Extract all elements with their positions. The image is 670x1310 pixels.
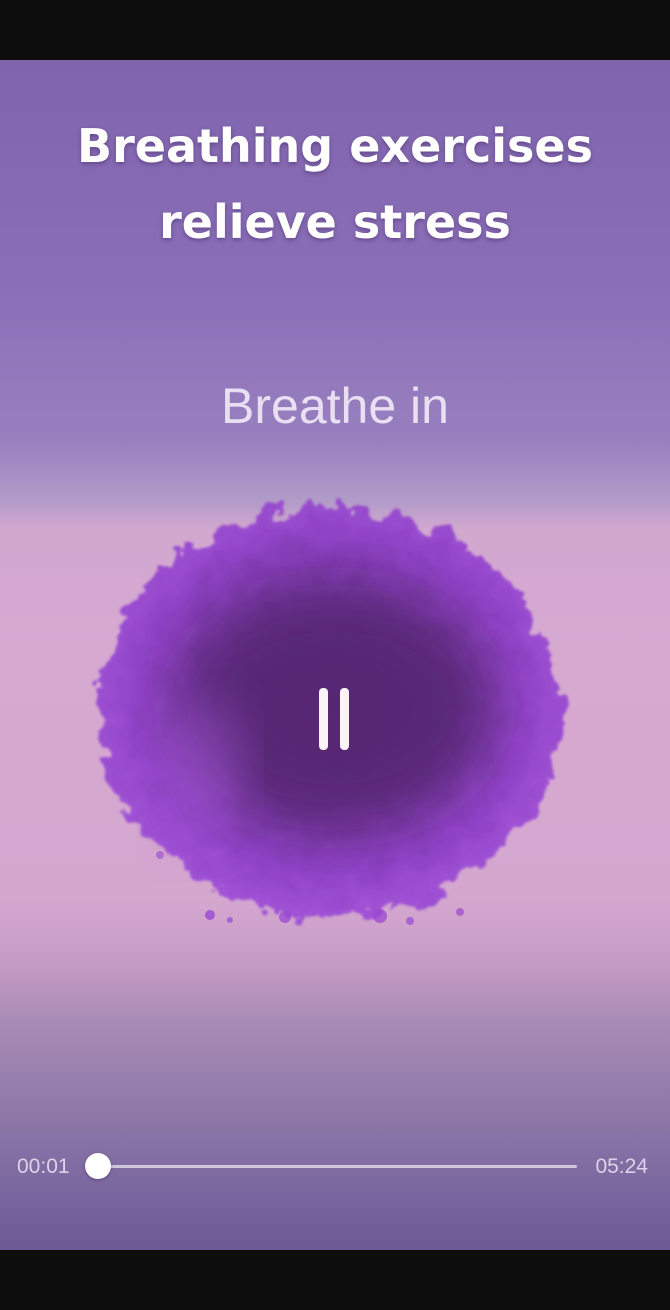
status-bar [0,0,670,60]
seek-bar[interactable] [85,1153,577,1179]
pause-icon-bar [340,688,349,750]
app-screen: Breathing exercises relieve stress Breat… [0,0,670,1310]
breathing-view: Breathing exercises relieve stress Breat… [0,60,670,1250]
headline-line-1: Breathing exercises [77,119,593,173]
seek-thumb[interactable] [85,1153,112,1179]
pause-icon [319,688,328,750]
total-time: 05:24 [595,1155,648,1178]
headline: Breathing exercises relieve stress [0,108,670,260]
breath-phase-label: Breathe in [221,378,449,434]
current-time: 00:01 [17,1155,70,1178]
navigation-bar [0,1250,670,1310]
pause-button[interactable] [305,680,365,760]
headline-line-2: relieve stress [159,195,511,249]
